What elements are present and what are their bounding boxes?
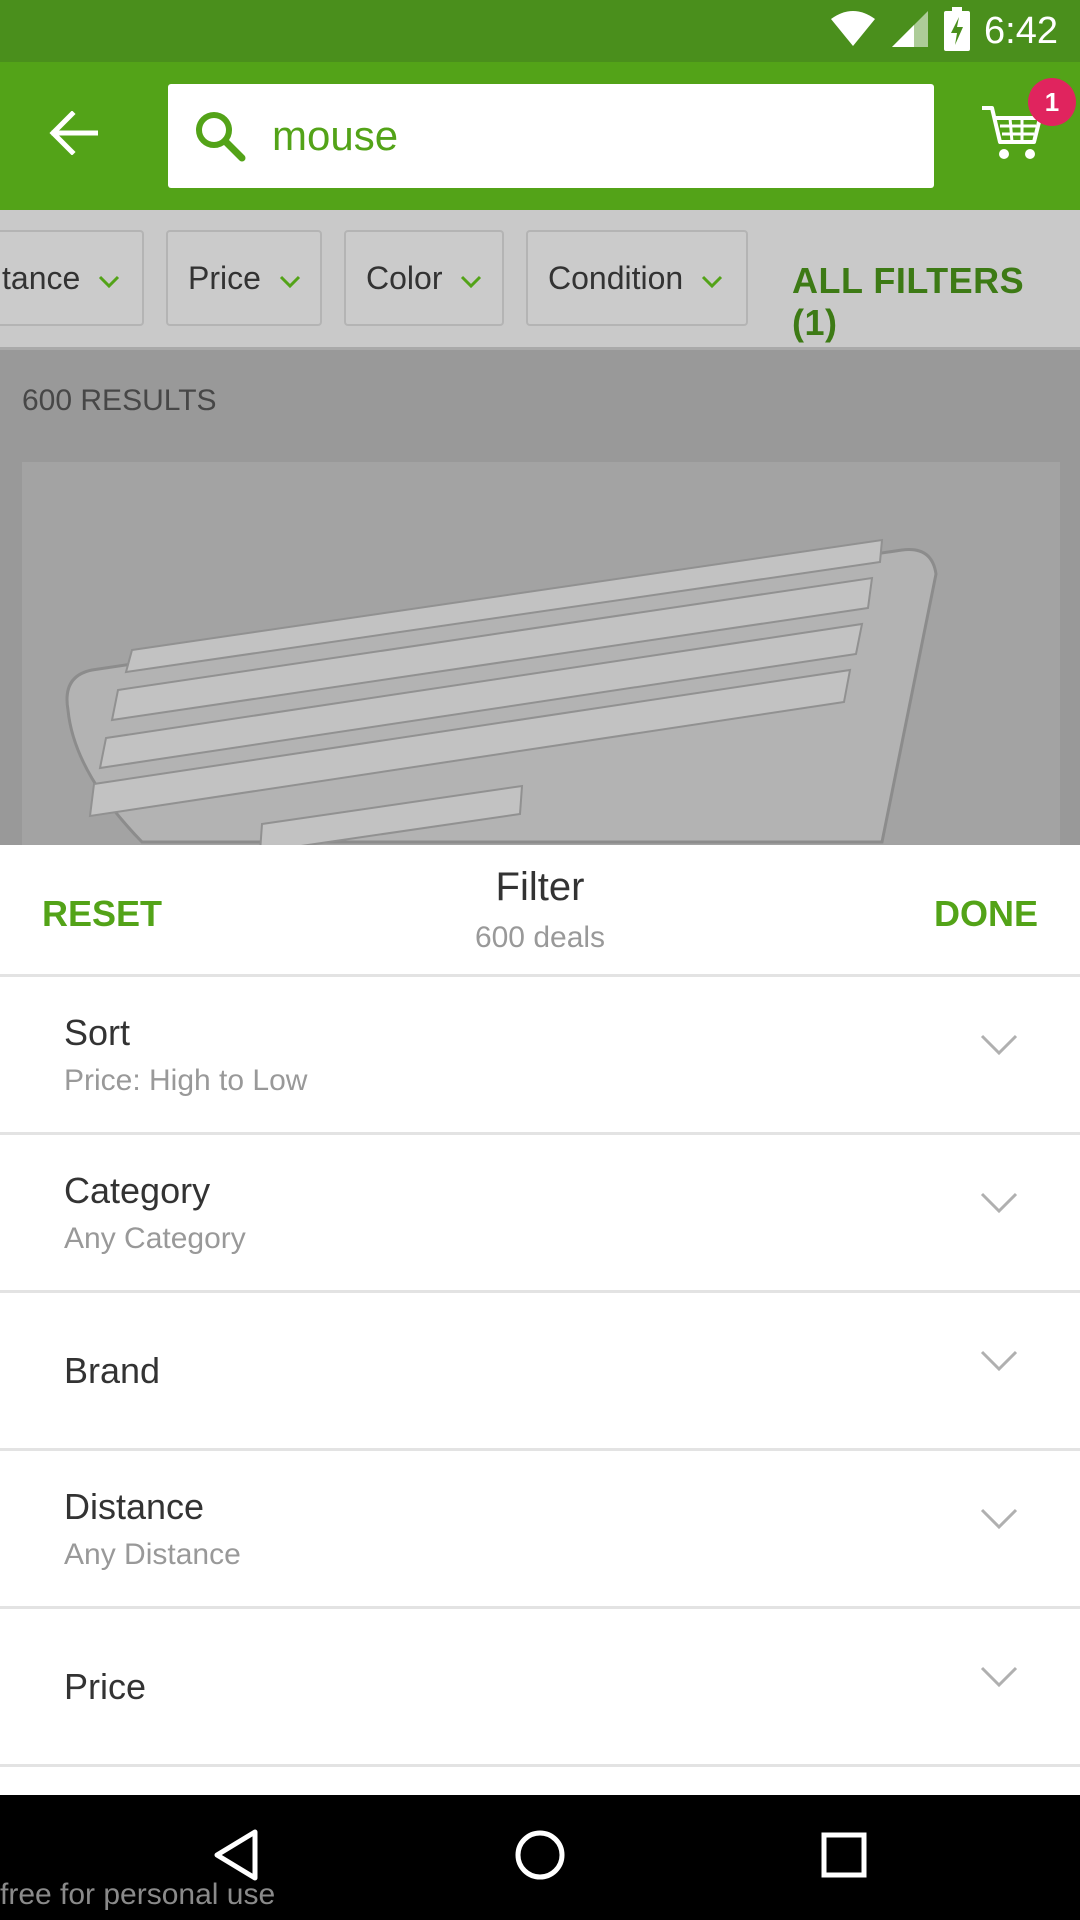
search-input[interactable] (272, 102, 892, 170)
chip-label: Color (366, 259, 443, 296)
chevron-down-icon (980, 1033, 1018, 1062)
signal-icon (890, 9, 930, 54)
chevron-down-icon (98, 260, 120, 297)
chip-label: Price (188, 259, 261, 296)
filter-value: Price: High to Low (64, 1063, 308, 1097)
search-icon (194, 110, 246, 167)
chip-price[interactable]: Price (166, 230, 322, 326)
cart-badge: 1 (1028, 78, 1076, 126)
chevron-down-icon (460, 260, 482, 297)
filter-sheet: RESET Filter 600 deals DONE Sort Price: … (0, 845, 1080, 1795)
filter-row-category[interactable]: Category Any Category (0, 1135, 1080, 1293)
filter-label: Category (64, 1169, 211, 1211)
recents-square-icon (820, 1831, 868, 1884)
search-box[interactable] (168, 84, 934, 188)
toolbar (0, 62, 1080, 210)
filter-row-brand[interactable]: Brand (0, 1293, 1080, 1451)
chip-color[interactable]: Color (344, 230, 504, 326)
sheet-subtitle: 600 deals (474, 921, 606, 954)
filter-label: Brand (64, 1349, 161, 1391)
chevron-down-icon (980, 1507, 1018, 1536)
results-area: 600 RESULTS (0, 350, 1080, 845)
chip-condition[interactable]: Condition (526, 230, 748, 326)
product-card[interactable] (22, 462, 1060, 845)
home-circle-icon (514, 1829, 566, 1886)
all-filters-button[interactable]: ALL FILTERS (1) (792, 260, 1080, 344)
watermark: free for personal use (0, 1878, 276, 1911)
chevron-down-icon (701, 260, 723, 297)
filter-chip-row: tance Price Color Condition ALL FILTERS … (0, 210, 1080, 350)
chevron-down-icon (980, 1349, 1018, 1378)
chip-distance[interactable]: tance (0, 230, 144, 326)
status-icons: 6:42 (830, 6, 1058, 54)
filter-row-sort[interactable]: Sort Price: High to Low (0, 977, 1080, 1135)
chevron-down-icon (980, 1191, 1018, 1220)
filter-label: Sort (64, 1011, 131, 1053)
status-time: 6:42 (984, 9, 1058, 52)
status-bar: 6:42 (0, 0, 1080, 62)
back-button[interactable] (40, 102, 106, 168)
filter-row-price[interactable]: Price (0, 1609, 1080, 1767)
chip-label: Condition (548, 259, 684, 296)
nav-home-button[interactable] (500, 1817, 580, 1897)
shopping-cart-icon (980, 106, 1044, 166)
chevron-down-icon (279, 260, 301, 297)
nav-recents-button[interactable] (804, 1817, 884, 1897)
wifi-icon (830, 10, 876, 52)
filter-label: Distance (64, 1485, 205, 1527)
filter-value: Any Distance (64, 1537, 241, 1571)
filter-value: Any Category (64, 1221, 246, 1255)
arrow-left-icon (48, 109, 99, 160)
battery-charging-icon (944, 6, 971, 56)
filter-label: Price (64, 1665, 147, 1707)
done-button[interactable]: DONE (934, 893, 1038, 935)
results-count: 600 RESULTS (22, 384, 217, 417)
filter-sheet-header: RESET Filter 600 deals DONE (0, 845, 1080, 977)
filter-list: Sort Price: High to Low Category Any Cat… (0, 977, 1080, 1767)
chevron-down-icon (980, 1665, 1018, 1694)
filter-row-distance[interactable]: Distance Any Distance (0, 1451, 1080, 1609)
sheet-title: Filter (495, 865, 585, 909)
chip-label: tance (2, 259, 81, 296)
